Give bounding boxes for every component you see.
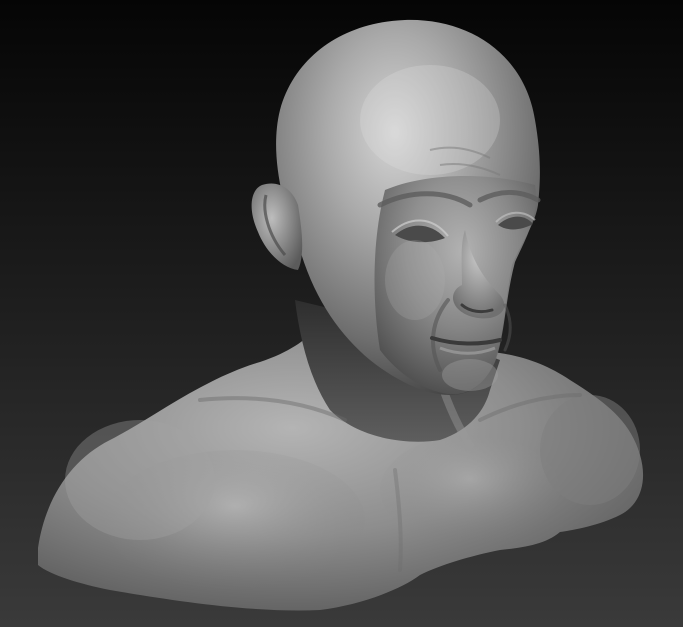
nasolabial-fold-right [503,303,512,352]
left-shoulder [65,420,215,540]
cheekbone [385,240,445,320]
chin [442,359,498,391]
bust-render [38,19,644,611]
forehead-highlight [360,65,500,175]
right-pectoral [380,435,560,545]
right-shoulder [540,395,640,505]
sculpt-viewport[interactable] [0,0,683,627]
